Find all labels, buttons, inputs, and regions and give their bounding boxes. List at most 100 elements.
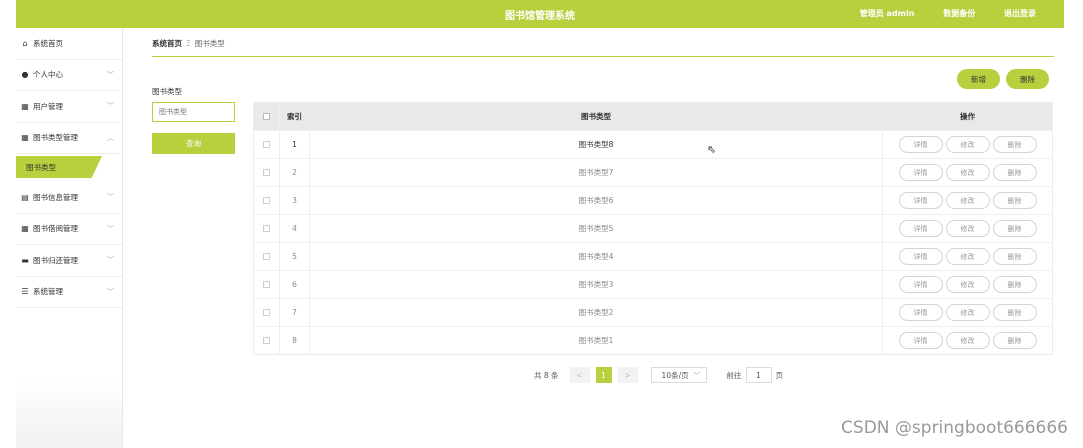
sidebar-item-book-type-mgmt[interactable]: ▦ 图书类型管理 ︿ (16, 123, 122, 154)
detail-button[interactable]: 详情 (898, 220, 943, 237)
delete-button[interactable]: 删除 (992, 248, 1037, 265)
row-checkbox[interactable] (263, 225, 270, 232)
divider (152, 56, 1054, 57)
sidebar-item-label: 图书类型管理 (33, 133, 78, 143)
detail-button[interactable]: 详情 (898, 248, 943, 265)
sidebar-item-label: 系统管理 (33, 287, 63, 297)
chevron-down-icon: ﹀ (107, 193, 114, 202)
clipboard-icon: ▤ (21, 192, 29, 202)
detail-button[interactable]: 详情 (898, 276, 943, 293)
filter-label: 图书类型 (152, 87, 182, 96)
sidebar-item-home[interactable]: ⌂ 系统首页 (16, 28, 122, 60)
header-ops: 操作 (960, 112, 975, 121)
delete-button[interactable]: 删除 (992, 304, 1037, 321)
row-type: 图书类型1 (310, 327, 883, 354)
admin-user-link[interactable]: 管理员 admin (860, 9, 915, 18)
book-type-search-input[interactable] (152, 102, 235, 122)
chevron-down-icon: ﹀ (107, 102, 114, 111)
edit-button[interactable]: 修改 (945, 192, 990, 209)
goto-page-input[interactable]: 1 (745, 367, 772, 383)
delete-button[interactable]: 删除 (992, 220, 1037, 237)
header-index: 索引 (280, 103, 310, 130)
page-size-select[interactable]: 10条/页 ﹀ (650, 367, 707, 383)
row-checkbox[interactable] (263, 141, 270, 148)
edit-button[interactable]: 修改 (945, 136, 990, 153)
home-icon: ⌂ (22, 38, 28, 48)
select-all-checkbox[interactable] (263, 113, 270, 120)
page-unit-label: 页 (775, 370, 784, 380)
sidebar-subitem-book-type[interactable]: 图书类型 (16, 156, 102, 178)
pagination: 共 8 条 < 1 > 10条/页 ﹀ 前往 1 页 (534, 367, 783, 383)
chevron-down-icon: ﹀ (107, 224, 114, 233)
logout-link[interactable]: 退出登录 (1004, 9, 1036, 18)
data-backup-link[interactable]: 数据备份 (943, 9, 975, 18)
row-checkbox[interactable] (263, 169, 270, 176)
chevron-up-icon: ︿ (107, 133, 114, 142)
table-row: 5 图书类型4 详情 修改 删除 (254, 242, 1052, 270)
top-bar: 图书馆管理系统 管理员 admin 数据备份 退出登录 (16, 0, 1064, 28)
row-index: 2 (280, 159, 310, 186)
sidebar-item-system[interactable]: ☰ 系统管理 ﹀ (16, 277, 122, 308)
next-page-button[interactable]: > (617, 367, 638, 383)
sidebar-item-borrow[interactable]: ▦ 图书借阅管理 ﹀ (16, 214, 122, 245)
grid-icon: ▦ (21, 101, 29, 111)
pagination-total: 共 8 条 (534, 370, 559, 380)
row-index: 8 (280, 327, 310, 354)
sidebar-item-return[interactable]: ▬ 图书归还管理 ﹀ (16, 245, 122, 277)
row-checkbox[interactable] (263, 253, 270, 260)
table-row: 1 图书类型8 详情 修改 删除 (254, 130, 1052, 158)
detail-button[interactable]: 详情 (898, 192, 943, 209)
detail-button[interactable]: 详情 (898, 304, 943, 321)
delete-button[interactable]: 删除 (992, 276, 1037, 293)
delete-selected-button[interactable]: 删除 (1006, 69, 1049, 89)
main-content: 系统首页Ξ图书类型 图书类型 查询 新增 删除 索引 图书类型 操作 1图书类型… (124, 28, 1064, 448)
delete-button[interactable]: 删除 (992, 164, 1037, 181)
sidebar-item-profile[interactable]: ● 个人中心 ﹀ (16, 60, 122, 91)
row-checkbox[interactable] (263, 337, 270, 344)
chevron-down-icon: ﹀ (693, 370, 701, 380)
sidebar-item-label: 图书信息管理 (33, 192, 78, 202)
search-button[interactable]: 查询 (152, 133, 235, 154)
row-checkbox[interactable] (263, 281, 270, 288)
sidebar-item-label: 用户管理 (33, 101, 63, 111)
detail-button[interactable]: 详情 (898, 164, 943, 181)
table-row: 8 图书类型1 详情 修改 删除 (254, 326, 1052, 354)
breadcrumb-home[interactable]: 系统首页 (152, 39, 182, 48)
page-1-button[interactable]: 1 (595, 367, 612, 383)
delete-button[interactable]: 删除 (992, 136, 1037, 153)
edit-button[interactable]: 修改 (945, 164, 990, 181)
goto-label: 前往 (726, 370, 742, 380)
prev-page-button[interactable]: < (569, 367, 590, 383)
row-type: 图书类型4 (310, 243, 883, 270)
delete-button[interactable]: 删除 (992, 332, 1037, 349)
row-index: 7 (280, 299, 310, 326)
user-icon: ● (21, 70, 29, 80)
table-row: 2 图书类型7 详情 修改 删除 (254, 158, 1052, 186)
detail-button[interactable]: 详情 (898, 136, 943, 153)
sidebar-item-label: 图书归还管理 (33, 255, 78, 265)
breadcrumb: 系统首页 Ξ 图书类型 (152, 38, 225, 49)
row-type: 图书类型6 (310, 187, 883, 214)
detail-button[interactable]: 详情 (898, 332, 943, 349)
sidebar-item-book-info[interactable]: ▤ 图书信息管理 ﹀ (16, 182, 122, 214)
table-row: 4 图书类型5 详情 修改 删除 (254, 214, 1052, 242)
row-index: 1 (280, 131, 310, 158)
table-header: 索引 图书类型 操作 (254, 103, 1052, 130)
row-type: 图书类型5 (310, 215, 883, 242)
edit-button[interactable]: 修改 (945, 276, 990, 293)
sidebar-item-users[interactable]: ▦ 用户管理 ﹀ (16, 91, 122, 123)
grid-icon: ▦ (21, 224, 29, 234)
row-type: 图书类型3 (310, 271, 883, 298)
header-type: 图书类型 (310, 103, 883, 130)
row-index: 5 (280, 243, 310, 270)
edit-button[interactable]: 修改 (945, 304, 990, 321)
delete-button[interactable]: 删除 (992, 192, 1037, 209)
row-checkbox[interactable] (263, 197, 270, 204)
row-checkbox[interactable] (263, 309, 270, 316)
briefcase-icon: ▬ (21, 255, 29, 265)
edit-button[interactable]: 修改 (945, 248, 990, 265)
edit-button[interactable]: 修改 (945, 332, 990, 349)
table-row: 3 图书类型6 详情 修改 删除 (254, 186, 1052, 214)
add-button[interactable]: 新增 (957, 69, 1000, 89)
edit-button[interactable]: 修改 (945, 220, 990, 237)
